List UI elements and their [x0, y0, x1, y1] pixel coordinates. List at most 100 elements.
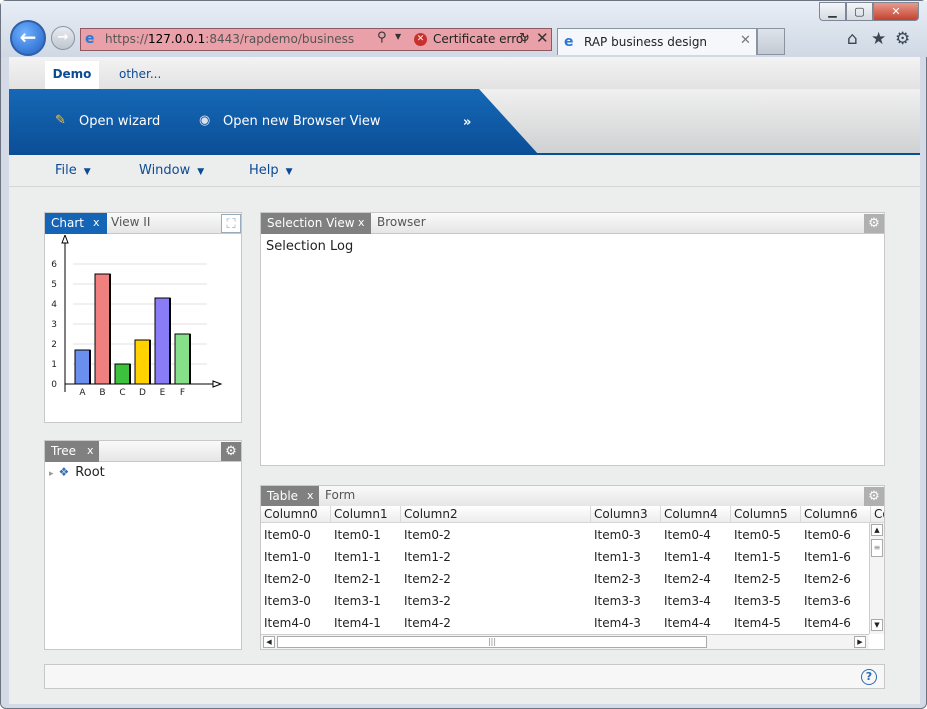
- address-url[interactable]: https://127.0.0.1:8443/rapdemo/business: [105, 32, 354, 46]
- scroll-up-icon[interactable]: ▲: [871, 524, 883, 536]
- column-header[interactable]: Column0: [261, 506, 331, 523]
- menu-label: Window: [139, 163, 191, 178]
- scroll-down-icon[interactable]: ▼: [871, 619, 883, 631]
- tab-other[interactable]: other...: [119, 61, 161, 87]
- expand-icon[interactable]: ▸: [49, 469, 54, 479]
- bar: [94, 273, 111, 385]
- stop-icon[interactable]: ✕: [536, 29, 549, 47]
- horizontal-scrollbar[interactable]: ◀ ||| ▶: [261, 634, 869, 649]
- menu-window[interactable]: Window ▼: [139, 163, 204, 178]
- tab-selection-view[interactable]: Selection View x: [261, 213, 371, 234]
- table-cell: Item0-0: [264, 528, 311, 542]
- menu-label: Help: [249, 163, 279, 178]
- close-icon[interactable]: x: [358, 213, 365, 233]
- tab-table[interactable]: Table x: [261, 486, 319, 507]
- help-icon[interactable]: ?: [861, 669, 877, 685]
- bar-chart: 0 1 2 3 4 5 6 A B C D E F: [51, 235, 223, 398]
- search-icon[interactable]: ⚲: [377, 30, 387, 45]
- tab-form[interactable]: Form: [325, 488, 355, 502]
- table-cell: Item2-1: [334, 572, 381, 586]
- table-cell: Item4-0: [264, 616, 311, 630]
- gear-icon[interactable]: ⚙: [864, 487, 884, 506]
- tab-view-ii[interactable]: View II: [111, 215, 150, 229]
- browser-tab[interactable]: e RAP business design ✕: [557, 28, 757, 55]
- chevron-down-icon: ▼: [83, 167, 91, 177]
- back-button[interactable]: ←: [10, 20, 46, 56]
- browser-window: ▁ ▢ ✕ ← → e https://127.0.0.1:8443/rapde…: [0, 0, 927, 709]
- x-tick-label: F: [180, 388, 185, 398]
- x-tick-label: D: [139, 388, 146, 398]
- vertical-scrollbar[interactable]: ▲ ≡ ▼: [869, 523, 884, 634]
- selection-log-text: Selection Log: [266, 239, 354, 254]
- menu-file[interactable]: File ▼: [55, 163, 91, 178]
- menu-label: File: [55, 163, 77, 178]
- new-tab-button[interactable]: [757, 28, 785, 55]
- tab-label: Tree: [51, 444, 77, 458]
- status-bar: ?: [44, 664, 885, 689]
- address-bar[interactable]: e https://127.0.0.1:8443/rapdemo/busines…: [80, 28, 552, 51]
- table-cell: Item4-1: [334, 616, 381, 630]
- more-chevron-icon[interactable]: »: [463, 115, 471, 130]
- tab-title: RAP business design: [584, 35, 708, 49]
- menu-bar: File ▼ Window ▼ Help ▼: [9, 155, 920, 187]
- gear-icon[interactable]: ⚙: [221, 442, 241, 461]
- home-icon[interactable]: ⌂: [847, 29, 858, 49]
- table-row[interactable]: Item3-0 Item3-1 Item3-2 Item3-3 Item3-4 Item3…: [261, 590, 869, 612]
- y-tick-label: 3: [51, 320, 57, 330]
- scroll-right-icon[interactable]: ▶: [854, 636, 866, 648]
- table-cell: Item4-3: [594, 616, 641, 630]
- table-row[interactable]: Item4-0 Item4-1 Item4-2 Item4-3 Item4-4 Item4…: [261, 612, 869, 634]
- column-header[interactable]: Column3: [591, 506, 661, 523]
- table-header: Column0 Column1 Column2 Column3 Column4 …: [261, 506, 884, 523]
- arrow-left-icon: ←: [19, 25, 37, 49]
- close-window-button[interactable]: ✕: [873, 2, 919, 21]
- close-icon[interactable]: x: [87, 441, 94, 461]
- table-cell: Item1-5: [734, 550, 781, 564]
- y-tick-label: 0: [51, 380, 57, 390]
- cert-error-icon[interactable]: ✕: [414, 33, 427, 46]
- tab-tree[interactable]: Tree x: [45, 441, 99, 462]
- bar: [114, 363, 131, 385]
- table-cell: Item1-4: [664, 550, 711, 564]
- menu-help[interactable]: Help ▼: [249, 163, 293, 178]
- minimize-button[interactable]: ▁: [819, 2, 846, 21]
- table-row[interactable]: Item1-0 Item1-1 Item1-2 Item1-3 Item1-4 Item1…: [261, 546, 869, 568]
- bar: [74, 349, 91, 385]
- forward-button[interactable]: →: [51, 26, 75, 50]
- scroll-left-icon[interactable]: ◀: [263, 636, 275, 648]
- gear-icon[interactable]: ⚙: [895, 29, 910, 49]
- column-header[interactable]: Column5: [731, 506, 801, 523]
- tab-demo[interactable]: Demo: [45, 61, 99, 89]
- close-tab-icon[interactable]: ✕: [740, 33, 751, 48]
- globe-icon[interactable]: ◉: [199, 113, 210, 128]
- table-cell: Item3-6: [804, 594, 851, 608]
- chevron-down-icon[interactable]: ▼: [395, 32, 401, 41]
- column-header[interactable]: Column4: [661, 506, 731, 523]
- close-icon[interactable]: x: [93, 213, 100, 233]
- view-tab-bar: Tree x ⚙: [45, 441, 241, 462]
- scroll-thumb[interactable]: ≡: [871, 539, 883, 557]
- table-row[interactable]: Item2-0 Item2-1 Item2-2 Item2-3 Item2-4 Item2…: [261, 568, 869, 590]
- table-row[interactable]: Item0-0 Item0-1 Item0-2 Item0-3 Item0-4 Item0…: [261, 524, 869, 546]
- column-header[interactable]: Column1: [331, 506, 401, 523]
- star-icon[interactable]: ★: [871, 29, 886, 49]
- gear-icon[interactable]: ⚙: [864, 214, 884, 233]
- table-cell: Item1-2: [404, 550, 451, 564]
- maximize-button[interactable]: ▢: [846, 2, 873, 21]
- cert-error-label[interactable]: Certificate error: [433, 32, 528, 46]
- tree-node-root[interactable]: ▸ ❖ Root: [49, 465, 105, 480]
- y-tick-label: 4: [51, 300, 57, 310]
- maximize-view-icon[interactable]: ⛶: [221, 214, 241, 233]
- column-header[interactable]: Column2: [401, 506, 591, 523]
- table-body: Item0-0 Item0-1 Item0-2 Item0-3 Item0-4 Item0…: [261, 524, 869, 634]
- tab-browser[interactable]: Browser: [377, 215, 426, 229]
- refresh-icon[interactable]: ↻: [519, 31, 530, 46]
- open-browser-view-button[interactable]: Open new Browser View: [223, 114, 381, 129]
- tab-chart[interactable]: Chart x: [45, 213, 107, 234]
- open-wizard-button[interactable]: Open wizard: [79, 114, 160, 129]
- column-header[interactable]: Column6: [801, 506, 871, 523]
- scroll-thumb[interactable]: |||: [277, 636, 707, 648]
- close-icon[interactable]: x: [307, 486, 314, 506]
- wizard-icon[interactable]: ✎: [55, 113, 66, 128]
- column-header[interactable]: Co: [871, 506, 884, 523]
